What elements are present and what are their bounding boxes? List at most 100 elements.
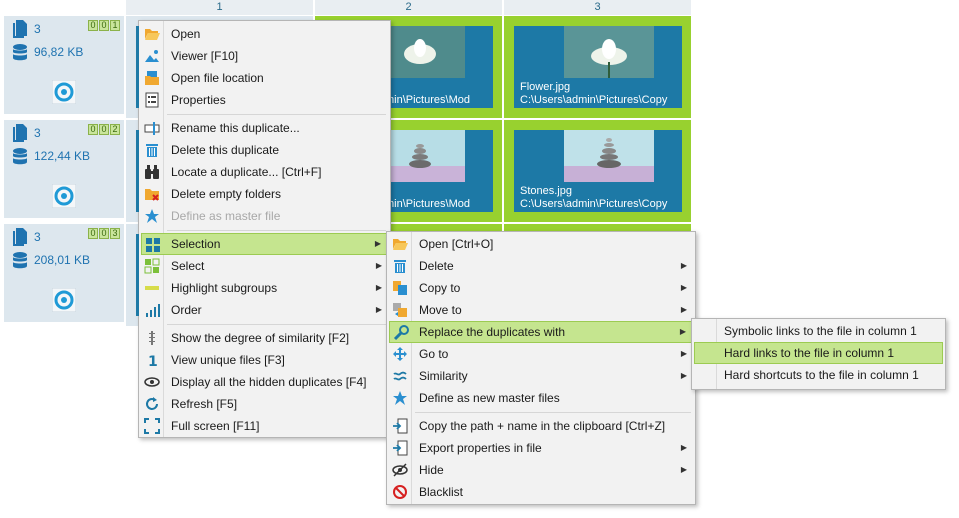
eye-icon bbox=[144, 377, 160, 387]
menu-separator bbox=[167, 114, 386, 115]
column-header-2[interactable]: 2 bbox=[315, 0, 503, 15]
menu-item-open-file-location[interactable]: Open file location bbox=[141, 67, 388, 89]
menu-item-hard-shortcuts[interactable]: Hard shortcuts to the file in column 1 bbox=[694, 364, 943, 386]
select-icon bbox=[144, 258, 160, 274]
submenu-arrow-icon: ▶ bbox=[680, 371, 687, 380]
refresh-icon bbox=[146, 397, 158, 410]
menu-item-copy-path-clipboard[interactable]: Copy the path + name in the clipboard [C… bbox=[389, 415, 693, 437]
properties-icon bbox=[145, 92, 159, 108]
menu-item-show-similarity-degree[interactable]: Show the degree of similarity [F2] bbox=[141, 327, 388, 349]
files-icon bbox=[13, 228, 27, 246]
menu-item-highlight-subgroups[interactable]: Highlight subgroups ▶ bbox=[141, 277, 388, 299]
database-icon bbox=[13, 252, 27, 269]
menu-item-open[interactable]: Open bbox=[141, 23, 388, 45]
submenu-arrow-icon: ▶ bbox=[680, 349, 687, 358]
goto-icon bbox=[393, 347, 407, 361]
group-stripe bbox=[136, 26, 139, 108]
submenu-arrow-icon: ▶ bbox=[680, 305, 687, 314]
menu-item-view-unique-files[interactable]: 1 View unique files [F3] bbox=[141, 349, 388, 371]
menu-item-properties[interactable]: Properties bbox=[141, 89, 388, 111]
menu-item-define-new-master[interactable]: Define as new master files bbox=[389, 387, 693, 409]
menu-item-select[interactable]: Select ▶ bbox=[141, 255, 388, 277]
menu-item-move-to[interactable]: Move to ▶ bbox=[389, 299, 693, 321]
submenu-arrow-icon: ▶ bbox=[680, 261, 687, 270]
menu-item-hide[interactable]: Hide ▶ bbox=[389, 459, 693, 481]
image-icon bbox=[145, 50, 159, 62]
files-icon bbox=[13, 124, 27, 142]
menu-item-export-properties[interactable]: Export properties in file ▶ bbox=[389, 437, 693, 459]
file-name: Stones.jpg bbox=[520, 185, 572, 197]
column-header-1[interactable]: 1 bbox=[126, 0, 314, 15]
menu-item-delete-duplicate[interactable]: Delete this duplicate bbox=[141, 139, 388, 161]
similarity-degree-icon bbox=[149, 331, 155, 345]
grid-cell[interactable]: Flower.jpg C:\Users\admin\Pictures\Copy bbox=[504, 16, 692, 119]
star-icon bbox=[145, 209, 159, 223]
submenu-arrow-icon: ▶ bbox=[375, 261, 382, 270]
folder-location-icon bbox=[145, 71, 159, 85]
menu-item-copy-to[interactable]: Copy to ▶ bbox=[389, 277, 693, 299]
menu-item-hard-links[interactable]: Hard links to the file in column 1 bbox=[694, 342, 943, 364]
wrench-icon bbox=[393, 325, 409, 341]
thumbnail[interactable]: Flower.jpg C:\Users\admin\Pictures\Copy bbox=[514, 26, 682, 108]
menu-item-blacklist[interactable]: Blacklist bbox=[389, 481, 693, 503]
svg-text:1: 1 bbox=[148, 354, 158, 368]
folder-delete-icon bbox=[145, 189, 159, 201]
menu-item-replace-duplicates[interactable]: Replace the duplicates with ▶ bbox=[389, 321, 693, 343]
file-path: min\Pictures\Mod bbox=[385, 198, 470, 210]
column-header-3[interactable]: 3 bbox=[504, 0, 692, 15]
context-menu: Open Viewer [F10] Open file location Pro… bbox=[138, 20, 391, 438]
menu-item-full-screen[interactable]: Full screen [F11] bbox=[141, 415, 388, 437]
menu-item-order[interactable]: Order ▶ bbox=[141, 299, 388, 321]
folder-open-icon bbox=[145, 29, 160, 40]
group-panel-2[interactable]: 3 002 122,44 KB bbox=[4, 120, 124, 220]
flower-image bbox=[564, 26, 654, 78]
file-path: min\Pictures\Mod bbox=[385, 94, 470, 106]
group-size: 208,01 KB bbox=[34, 253, 91, 267]
aperture-icon[interactable] bbox=[52, 80, 76, 104]
database-icon bbox=[13, 148, 27, 165]
menu-item-delete[interactable]: Delete ▶ bbox=[389, 255, 693, 277]
selection-submenu: Open [Ctrl+O] Delete ▶ Copy to ▶ Move to… bbox=[386, 231, 696, 505]
group-panel-1[interactable]: 3 001 96,82 KB bbox=[4, 16, 124, 116]
fullscreen-icon bbox=[144, 418, 160, 434]
group-size: 122,44 KB bbox=[34, 149, 91, 163]
submenu-arrow-icon: ▶ bbox=[375, 283, 382, 292]
menu-item-similarity[interactable]: Similarity ▶ bbox=[389, 365, 693, 387]
submenu-arrow-icon: ▶ bbox=[679, 327, 686, 336]
menu-separator bbox=[415, 412, 691, 413]
menu-item-selection[interactable]: Selection ▶ bbox=[141, 233, 388, 255]
thumbnail[interactable]: Stones.jpg C:\Users\admin\Pictures\Copy bbox=[514, 130, 682, 212]
export-icon bbox=[393, 440, 408, 456]
rename-icon bbox=[144, 122, 160, 135]
stones-image bbox=[564, 130, 654, 182]
file-path: C:\Users\admin\Pictures\Copy bbox=[520, 94, 668, 106]
folder-open-icon bbox=[393, 239, 408, 250]
grid-cell[interactable]: Stones.jpg C:\Users\admin\Pictures\Copy bbox=[504, 120, 692, 223]
group-stripe bbox=[136, 234, 139, 316]
grid-select-icon bbox=[146, 238, 160, 252]
move-icon bbox=[393, 303, 407, 317]
submenu-arrow-icon: ▶ bbox=[375, 305, 382, 314]
file-name: Flower.jpg bbox=[520, 81, 571, 93]
menu-item-delete-empty-folders[interactable]: Delete empty folders bbox=[141, 183, 388, 205]
submenu-arrow-icon: ▶ bbox=[680, 283, 687, 292]
aperture-icon[interactable] bbox=[52, 184, 76, 208]
menu-item-viewer[interactable]: Viewer [F10] bbox=[141, 45, 388, 67]
menu-item-symbolic-links[interactable]: Symbolic links to the file in column 1 bbox=[694, 320, 943, 342]
menu-item-define-master-file: Define as master file bbox=[141, 205, 388, 227]
menu-item-rename-duplicate[interactable]: Rename this duplicate... bbox=[141, 117, 388, 139]
trash-icon bbox=[394, 260, 406, 273]
menu-item-open-selection[interactable]: Open [Ctrl+O] bbox=[389, 233, 693, 255]
menu-item-refresh[interactable]: Refresh [F5] bbox=[141, 393, 388, 415]
group-badge: 003 bbox=[88, 228, 120, 239]
hide-eye-icon bbox=[392, 463, 408, 477]
menu-item-locate-duplicate[interactable]: Locate a duplicate... [Ctrl+F] bbox=[141, 161, 388, 183]
group-badge: 001 bbox=[88, 20, 120, 31]
approx-icon bbox=[393, 371, 407, 381]
star-icon bbox=[393, 391, 407, 405]
aperture-icon[interactable] bbox=[52, 288, 76, 312]
menu-item-go-to[interactable]: Go to ▶ bbox=[389, 343, 693, 365]
group-panel-3[interactable]: 3 003 208,01 KB bbox=[4, 224, 124, 324]
menu-item-display-hidden-duplicates[interactable]: Display all the hidden duplicates [F4] bbox=[141, 371, 388, 393]
bars-icon bbox=[146, 304, 160, 317]
